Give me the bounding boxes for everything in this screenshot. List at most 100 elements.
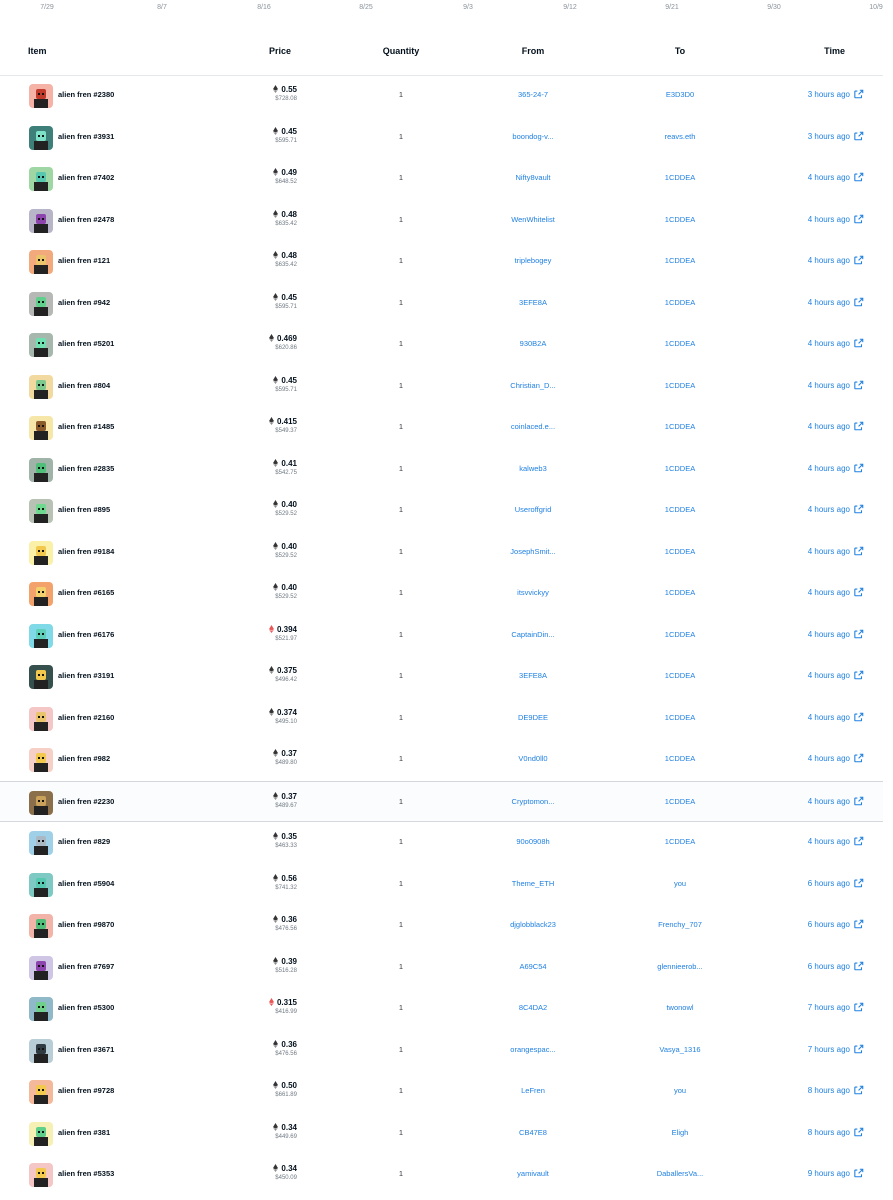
time-value[interactable]: 4 hours ago xyxy=(808,547,850,556)
table-row[interactable]: alien fren #829 0.35 $463.33 1 90o0908h 1CDDE… xyxy=(0,822,883,864)
time-value[interactable]: 4 hours ago xyxy=(808,505,850,514)
table-row[interactable]: alien fren #3191 0.375 $496.42 1 3EFE8A 1CDDE… xyxy=(0,656,883,698)
table-row[interactable]: alien fren #381 0.34 $449.69 1 CB47E8 Eligh 8 … xyxy=(0,1113,883,1155)
item-name[interactable]: alien fren #2835 xyxy=(58,464,114,473)
nft-avatar-icon[interactable] xyxy=(29,831,53,855)
to-account-link[interactable]: Eligh xyxy=(672,1128,689,1137)
time-value[interactable]: 6 hours ago xyxy=(808,962,850,971)
item-name[interactable]: alien fren #829 xyxy=(58,837,110,846)
time-link[interactable]: 4 hours ago xyxy=(808,338,864,348)
from-account-link[interactable]: Theme_ETH xyxy=(512,879,555,888)
item-name[interactable]: alien fren #1485 xyxy=(58,422,114,431)
table-row[interactable]: alien fren #121 0.48 $635.42 1 triplebogey 1C… xyxy=(0,241,883,283)
table-row[interactable]: alien fren #942 0.45 $595.71 1 3EFE8A 1CDDEA 4… xyxy=(0,283,883,325)
item-name[interactable]: alien fren #895 xyxy=(58,505,110,514)
from-account-link[interactable]: CB47E8 xyxy=(519,1128,547,1137)
time-value[interactable]: 4 hours ago xyxy=(808,256,850,265)
from-account-link[interactable]: 8C4DA2 xyxy=(519,1003,547,1012)
external-link-icon[interactable] xyxy=(850,796,864,806)
table-row[interactable]: alien fren #895 0.40 $529.52 1 Useroffgrid 1C… xyxy=(0,490,883,532)
item-name[interactable]: alien fren #2380 xyxy=(58,90,114,99)
to-account-link[interactable]: 1CDDEA xyxy=(665,547,695,556)
to-account-link[interactable]: 1CDDEA xyxy=(665,505,695,514)
time-link[interactable]: 7 hours ago xyxy=(808,1044,864,1054)
from-account-link[interactable]: coinlaced.e... xyxy=(511,422,555,431)
external-link-icon[interactable] xyxy=(850,214,864,224)
external-link-icon[interactable] xyxy=(850,1002,864,1012)
table-row[interactable]: alien fren #6176 0.394 $521.97 1 CaptainDin.… xyxy=(0,615,883,657)
external-link-icon[interactable] xyxy=(850,255,864,265)
time-link[interactable]: 3 hours ago xyxy=(808,89,864,99)
from-account-link[interactable]: Useroffgrid xyxy=(515,505,552,514)
item-name[interactable]: alien fren #9728 xyxy=(58,1086,114,1095)
external-link-icon[interactable] xyxy=(850,504,864,514)
table-row[interactable]: alien fren #804 0.45 $595.71 1 Christian_D..… xyxy=(0,366,883,408)
nft-avatar-icon[interactable] xyxy=(29,291,53,316)
to-account-link[interactable]: you xyxy=(674,1086,686,1095)
time-value[interactable]: 4 hours ago xyxy=(808,339,850,348)
table-row[interactable]: alien fren #9184 0.40 $529.52 1 JosephSmit..… xyxy=(0,532,883,574)
from-account-link[interactable]: 3EFE8A xyxy=(519,298,547,307)
table-row[interactable]: alien fren #1485 0.415 $549.37 1 coinlaced.e… xyxy=(0,407,883,449)
item-name[interactable]: alien fren #5353 xyxy=(58,1169,114,1178)
to-account-link[interactable]: 1CDDEA xyxy=(665,173,695,182)
time-value[interactable]: 3 hours ago xyxy=(808,132,850,141)
nft-avatar-icon[interactable] xyxy=(29,250,53,274)
time-value[interactable]: 3 hours ago xyxy=(808,90,850,99)
item-name[interactable]: alien fren #9184 xyxy=(58,547,114,556)
header-time[interactable]: Time xyxy=(824,46,845,56)
from-account-link[interactable]: yamivault xyxy=(517,1169,549,1178)
nft-avatar-icon[interactable] xyxy=(29,208,53,233)
external-link-icon[interactable] xyxy=(850,463,864,473)
time-link[interactable]: 4 hours ago xyxy=(808,214,864,224)
external-link-icon[interactable] xyxy=(850,89,864,99)
nft-avatar-icon[interactable] xyxy=(29,706,53,731)
to-account-link[interactable]: 1CDDEA xyxy=(665,464,695,473)
to-account-link[interactable]: Vasya_1316 xyxy=(659,1045,700,1054)
table-row[interactable]: alien fren #2160 0.374 $495.10 1 DE9DEE 1CDDE… xyxy=(0,698,883,740)
time-link[interactable]: 4 hours ago xyxy=(808,712,864,722)
table-row[interactable]: alien fren #6165 0.40 $529.52 1 itsvvickyy 1C… xyxy=(0,573,883,615)
time-value[interactable]: 6 hours ago xyxy=(808,920,850,929)
from-account-link[interactable]: Cryptomon... xyxy=(512,797,555,806)
from-account-link[interactable]: triplebogey xyxy=(515,256,552,265)
time-value[interactable]: 4 hours ago xyxy=(808,713,850,722)
item-name[interactable]: alien fren #804 xyxy=(58,381,110,390)
item-name[interactable]: alien fren #3191 xyxy=(58,671,114,680)
to-account-link[interactable]: 1CDDEA xyxy=(665,381,695,390)
from-account-link[interactable]: boondog-v... xyxy=(512,132,553,141)
time-link[interactable]: 9 hours ago xyxy=(808,1168,864,1178)
time-value[interactable]: 9 hours ago xyxy=(808,1169,850,1178)
table-row[interactable]: alien fren #5300 0.315 $416.99 1 8C4DA2 twono… xyxy=(0,988,883,1030)
external-link-icon[interactable] xyxy=(850,131,864,141)
header-to[interactable]: To xyxy=(675,46,685,56)
time-link[interactable]: 4 hours ago xyxy=(808,255,864,265)
nft-avatar-icon[interactable] xyxy=(29,333,53,357)
nft-avatar-icon[interactable] xyxy=(29,1080,53,1104)
item-name[interactable]: alien fren #5300 xyxy=(58,1003,114,1012)
nft-avatar-icon[interactable] xyxy=(29,374,53,399)
to-account-link[interactable]: twonowl xyxy=(666,1003,693,1012)
table-row[interactable]: alien fren #982 0.37 $489.80 1 V0nd0ll0 1CDDE… xyxy=(0,739,883,781)
to-account-link[interactable]: 1CDDEA xyxy=(665,256,695,265)
external-link-icon[interactable] xyxy=(850,836,864,846)
external-link-icon[interactable] xyxy=(850,172,864,182)
time-link[interactable]: 4 hours ago xyxy=(808,463,864,473)
item-name[interactable]: alien fren #5904 xyxy=(58,879,114,888)
time-link[interactable]: 6 hours ago xyxy=(808,961,864,971)
item-name[interactable]: alien fren #7402 xyxy=(58,173,114,182)
to-account-link[interactable]: you xyxy=(674,879,686,888)
time-value[interactable]: 8 hours ago xyxy=(808,1086,850,1095)
time-value[interactable]: 4 hours ago xyxy=(808,298,850,307)
to-account-link[interactable]: E3D3D0 xyxy=(666,90,694,99)
item-name[interactable]: alien fren #9870 xyxy=(58,920,114,929)
nft-avatar-icon[interactable] xyxy=(29,499,53,523)
time-link[interactable]: 4 hours ago xyxy=(808,670,864,680)
time-value[interactable]: 4 hours ago xyxy=(808,422,850,431)
item-name[interactable]: alien fren #6165 xyxy=(58,588,114,597)
time-link[interactable]: 4 hours ago xyxy=(808,836,864,846)
to-account-link[interactable]: DaballersVa... xyxy=(657,1169,704,1178)
time-link[interactable]: 7 hours ago xyxy=(808,1002,864,1012)
item-name[interactable]: alien fren #942 xyxy=(58,298,110,307)
time-value[interactable]: 4 hours ago xyxy=(808,754,850,763)
